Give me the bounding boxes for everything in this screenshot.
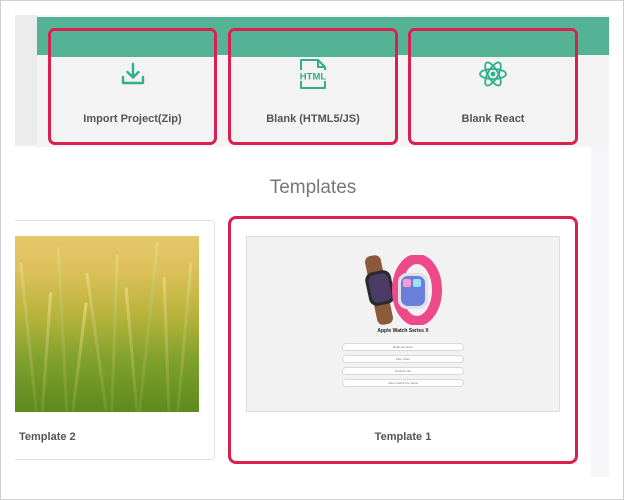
svg-text:HTML: HTML: [300, 72, 327, 83]
download-icon: [113, 59, 153, 89]
blank-react-card[interactable]: Blank React: [408, 28, 578, 145]
templates-heading: Templates: [269, 177, 357, 198]
card-header: [411, 31, 575, 57]
apple-watch-image: [365, 255, 442, 325]
card-label: Blank React: [461, 113, 525, 125]
wheat-field-thumbnail: [15, 236, 199, 412]
card-header: [231, 31, 395, 57]
card-header: [51, 31, 214, 57]
screenshot-frame: Import Project(Zip) HTML Blank (HTML5/JS…: [0, 0, 624, 500]
template-1-label: Template 1: [374, 431, 432, 443]
react-icon: [473, 59, 513, 89]
preview-button: Book test drive: [342, 343, 464, 351]
sidebar-strip: [15, 15, 37, 145]
preview-heading: Apple Watch Series X: [377, 328, 429, 334]
card-label: Blank (HTML5/JS): [266, 113, 360, 125]
template-2-label: Template 2: [19, 431, 76, 443]
blank-html-card[interactable]: HTML Blank (HTML5/JS): [228, 28, 398, 145]
card-label: Import Project(Zip): [83, 113, 182, 125]
preview-button: Play video: [342, 355, 464, 363]
preview-button: Product info: [342, 367, 464, 375]
html-file-icon: HTML: [293, 59, 333, 89]
template-1-preview: Apple Watch Series X Book test drive Pla…: [246, 236, 560, 412]
preview-button: View retail & Pro plans: [342, 379, 464, 387]
import-project-card[interactable]: Import Project(Zip): [48, 28, 217, 145]
